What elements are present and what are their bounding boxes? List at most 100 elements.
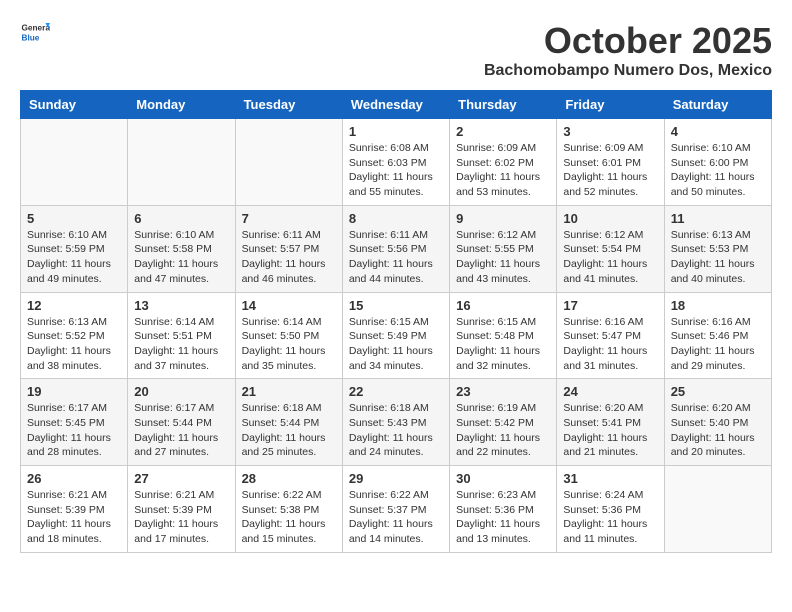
day-number: 23 <box>456 384 550 399</box>
day-number: 21 <box>242 384 336 399</box>
day-info: Sunrise: 6:11 AMSunset: 5:56 PMDaylight:… <box>349 228 443 287</box>
col-thursday: Thursday <box>450 91 557 119</box>
week-row-2: 5Sunrise: 6:10 AMSunset: 5:59 PMDaylight… <box>21 205 772 292</box>
day-number: 6 <box>134 211 228 226</box>
title-area: October 2025 Bachomobampo Numero Dos, Me… <box>484 20 772 80</box>
col-tuesday: Tuesday <box>235 91 342 119</box>
day-cell: 20Sunrise: 6:17 AMSunset: 5:44 PMDayligh… <box>128 379 235 466</box>
day-cell: 22 Sunrise: 6:18 AMSunset: 5:43 PMDayligh… <box>342 379 449 466</box>
day-cell <box>664 466 771 553</box>
day-number: 28 <box>242 471 336 486</box>
day-info: Sunrise: 6:10 AMSunset: 6:00 PMDaylight:… <box>671 141 765 200</box>
day-cell: 30 Sunrise: 6:23 AMSunset: 5:36 PMDayligh… <box>450 466 557 553</box>
day-info: Sunrise: 6:16 AMSunset: 5:46 PMDaylight:… <box>671 315 765 374</box>
day-number: 30 <box>456 471 550 486</box>
day-cell: 1 Sunrise: 6:08 AMSunset: 6:03 PMDaylight… <box>342 119 449 206</box>
day-cell: 3Sunrise: 6:09 AMSunset: 6:01 PMDaylight… <box>557 119 664 206</box>
day-cell: 9 Sunrise: 6:12 AMSunset: 5:55 PMDaylight… <box>450 205 557 292</box>
day-info: Sunrise: 6:11 AMSunset: 5:57 PMDaylight:… <box>242 228 336 287</box>
day-info: Sunrise: 6:13 AMSunset: 5:52 PMDaylight:… <box>27 315 121 374</box>
day-cell: 18 Sunrise: 6:16 AMSunset: 5:46 PMDayligh… <box>664 292 771 379</box>
day-cell <box>128 119 235 206</box>
week-row-4: 19Sunrise: 6:17 AMSunset: 5:45 PMDayligh… <box>21 379 772 466</box>
day-info: Sunrise: 6:14 AMSunset: 5:51 PMDaylight:… <box>134 315 228 374</box>
day-info: Sunrise: 6:12 AMSunset: 5:55 PMDaylight:… <box>456 228 550 287</box>
week-row-3: 12 Sunrise: 6:13 AMSunset: 5:52 PMDayligh… <box>21 292 772 379</box>
location-title: Bachomobampo Numero Dos, Mexico <box>484 62 772 80</box>
day-number: 2 <box>456 124 550 139</box>
day-info: Sunrise: 6:09 AMSunset: 6:02 PMDaylight:… <box>456 141 550 200</box>
day-info: Sunrise: 6:08 AMSunset: 6:03 PMDaylight:… <box>349 141 443 200</box>
day-info: Sunrise: 6:16 AMSunset: 5:47 PMDaylight:… <box>563 315 657 374</box>
day-number: 24 <box>563 384 657 399</box>
day-info: Sunrise: 6:21 AMSunset: 5:39 PMDaylight:… <box>27 488 121 547</box>
day-cell: 15 Sunrise: 6:15 AMSunset: 5:49 PMDayligh… <box>342 292 449 379</box>
day-info: Sunrise: 6:18 AMSunset: 5:43 PMDaylight:… <box>349 401 443 460</box>
day-number: 8 <box>349 211 443 226</box>
day-number: 18 <box>671 298 765 313</box>
day-cell: 14Sunrise: 6:14 AMSunset: 5:50 PMDayligh… <box>235 292 342 379</box>
day-info: Sunrise: 6:22 AMSunset: 5:38 PMDaylight:… <box>242 488 336 547</box>
day-info: Sunrise: 6:18 AMSunset: 5:44 PMDaylight:… <box>242 401 336 460</box>
day-number: 25 <box>671 384 765 399</box>
day-info: Sunrise: 6:15 AMSunset: 5:48 PMDaylight:… <box>456 315 550 374</box>
month-title: October 2025 <box>484 20 772 62</box>
day-number: 4 <box>671 124 765 139</box>
day-cell: 7 Sunrise: 6:11 AMSunset: 5:57 PMDaylight… <box>235 205 342 292</box>
day-cell: 11 Sunrise: 6:13 AMSunset: 5:53 PMDayligh… <box>664 205 771 292</box>
day-cell <box>235 119 342 206</box>
day-number: 26 <box>27 471 121 486</box>
day-cell <box>21 119 128 206</box>
day-info: Sunrise: 6:23 AMSunset: 5:36 PMDaylight:… <box>456 488 550 547</box>
day-cell: 13 Sunrise: 6:14 AMSunset: 5:51 PMDayligh… <box>128 292 235 379</box>
day-cell: 16 Sunrise: 6:15 AMSunset: 5:48 PMDayligh… <box>450 292 557 379</box>
day-info: Sunrise: 6:17 AMSunset: 5:45 PMDaylight:… <box>27 401 121 460</box>
calendar-table: Sunday Monday Tuesday Wednesday Thursday… <box>20 90 772 553</box>
week-row-1: 1 Sunrise: 6:08 AMSunset: 6:03 PMDaylight… <box>21 119 772 206</box>
day-number: 11 <box>671 211 765 226</box>
day-cell: 8 Sunrise: 6:11 AMSunset: 5:56 PMDaylight… <box>342 205 449 292</box>
day-info: Sunrise: 6:15 AMSunset: 5:49 PMDaylight:… <box>349 315 443 374</box>
svg-text:General: General <box>22 24 51 33</box>
day-cell: 21 Sunrise: 6:18 AMSunset: 5:44 PMDayligh… <box>235 379 342 466</box>
day-number: 15 <box>349 298 443 313</box>
svg-text:Blue: Blue <box>22 33 40 42</box>
logo: General Blue <box>20 20 50 44</box>
day-number: 10 <box>563 211 657 226</box>
col-saturday: Saturday <box>664 91 771 119</box>
day-number: 14 <box>242 298 336 313</box>
day-number: 27 <box>134 471 228 486</box>
day-cell: 26 Sunrise: 6:21 AMSunset: 5:39 PMDayligh… <box>21 466 128 553</box>
col-monday: Monday <box>128 91 235 119</box>
day-cell: 10Sunrise: 6:12 AMSunset: 5:54 PMDayligh… <box>557 205 664 292</box>
day-info: Sunrise: 6:13 AMSunset: 5:53 PMDaylight:… <box>671 228 765 287</box>
day-cell: 17Sunrise: 6:16 AMSunset: 5:47 PMDayligh… <box>557 292 664 379</box>
day-cell: 2 Sunrise: 6:09 AMSunset: 6:02 PMDaylight… <box>450 119 557 206</box>
day-number: 7 <box>242 211 336 226</box>
day-cell: 23 Sunrise: 6:19 AMSunset: 5:42 PMDayligh… <box>450 379 557 466</box>
day-info: Sunrise: 6:19 AMSunset: 5:42 PMDaylight:… <box>456 401 550 460</box>
logo-icon: General Blue <box>20 20 50 44</box>
week-row-5: 26 Sunrise: 6:21 AMSunset: 5:39 PMDayligh… <box>21 466 772 553</box>
day-number: 1 <box>349 124 443 139</box>
day-number: 22 <box>349 384 443 399</box>
day-info: Sunrise: 6:09 AMSunset: 6:01 PMDaylight:… <box>563 141 657 200</box>
day-cell: 29 Sunrise: 6:22 AMSunset: 5:37 PMDayligh… <box>342 466 449 553</box>
day-info: Sunrise: 6:20 AMSunset: 5:40 PMDaylight:… <box>671 401 765 460</box>
day-number: 31 <box>563 471 657 486</box>
day-number: 13 <box>134 298 228 313</box>
col-friday: Friday <box>557 91 664 119</box>
day-number: 29 <box>349 471 443 486</box>
day-cell: 19Sunrise: 6:17 AMSunset: 5:45 PMDayligh… <box>21 379 128 466</box>
day-number: 16 <box>456 298 550 313</box>
header-row: Sunday Monday Tuesday Wednesday Thursday… <box>21 91 772 119</box>
day-cell: 5Sunrise: 6:10 AMSunset: 5:59 PMDaylight… <box>21 205 128 292</box>
day-cell: 6Sunrise: 6:10 AMSunset: 5:58 PMDaylight… <box>128 205 235 292</box>
day-cell: 24Sunrise: 6:20 AMSunset: 5:41 PMDayligh… <box>557 379 664 466</box>
day-cell: 31Sunrise: 6:24 AMSunset: 5:36 PMDayligh… <box>557 466 664 553</box>
day-number: 9 <box>456 211 550 226</box>
day-info: Sunrise: 6:17 AMSunset: 5:44 PMDaylight:… <box>134 401 228 460</box>
day-number: 12 <box>27 298 121 313</box>
header: General Blue October 2025 Bachomobampo N… <box>20 20 772 80</box>
day-info: Sunrise: 6:22 AMSunset: 5:37 PMDaylight:… <box>349 488 443 547</box>
